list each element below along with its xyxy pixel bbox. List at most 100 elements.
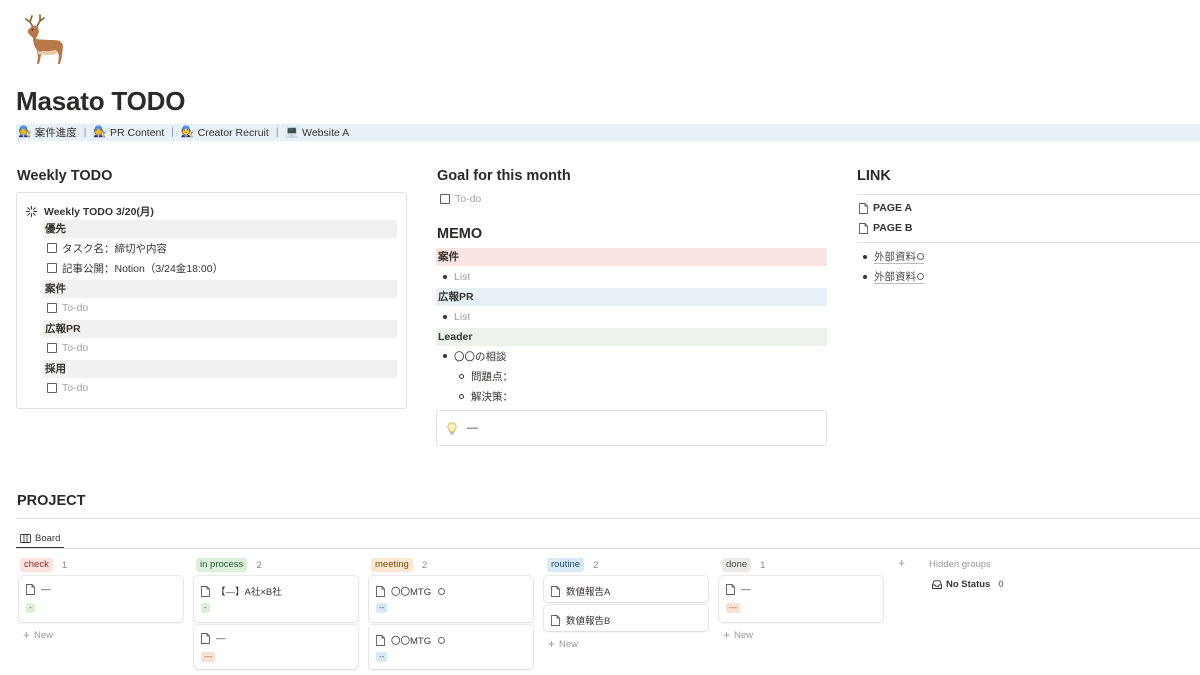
external-link-item[interactable]: 外部資料 xyxy=(863,269,924,285)
new-card-label: New xyxy=(34,629,54,641)
divider xyxy=(16,548,1200,549)
bullet-icon xyxy=(443,275,447,279)
todo-item[interactable]: 記事公開：Notion（3/24金18:00） xyxy=(47,260,223,276)
category-recruit: 採用 xyxy=(43,360,397,378)
nav-link-label: Creator Recruit xyxy=(197,126,269,139)
board-card[interactable]: 数値報告A xyxy=(544,576,708,602)
board-column-header-routine[interactable]: routine 2 xyxy=(547,558,598,572)
worker-emoji-icon: 🧑‍🔧 xyxy=(180,126,195,138)
list-item[interactable]: 〇〇の相談 xyxy=(443,348,507,364)
goal-title: Goal for this month xyxy=(437,168,571,184)
board-card[interactable]: — --- xyxy=(719,576,883,622)
sub-list-item-label: 解決策： xyxy=(471,390,513,403)
board-card[interactable]: — - xyxy=(19,576,183,622)
tab-board[interactable]: Board xyxy=(16,528,64,548)
todo-item[interactable]: To-do xyxy=(47,340,88,356)
nav-link-pr-content[interactable]: 🧑‍🔧 PR Content xyxy=(93,127,164,139)
page-link-a[interactable]: PAGE A xyxy=(859,200,912,216)
plus-icon: + xyxy=(548,637,556,651)
list-item[interactable]: List xyxy=(443,309,470,325)
no-status-group[interactable]: No Status 0 xyxy=(932,579,1004,590)
board-column-header-check[interactable]: check 1 xyxy=(20,558,67,572)
worker-emoji-icon: 🧑‍🔧 xyxy=(93,126,108,138)
bullet-icon xyxy=(443,315,447,319)
link-info-icon xyxy=(917,252,924,260)
column-count: 2 xyxy=(256,559,262,571)
callout-block[interactable]: — xyxy=(436,410,827,446)
board-card[interactable]: 〇〇MTG -- xyxy=(369,576,533,622)
todo-placeholder: To-do xyxy=(62,302,89,314)
todo-placeholder: To-do xyxy=(62,342,89,354)
external-link[interactable]: 外部資料 xyxy=(874,271,924,284)
list-placeholder: List xyxy=(454,271,471,283)
card-title-row: — xyxy=(26,584,51,595)
card-title-row: — xyxy=(201,633,226,644)
status-tag: done xyxy=(722,558,752,572)
nav-link-website-a[interactable]: 💻 Website A xyxy=(285,127,349,139)
card-tag: --- xyxy=(726,603,740,613)
todo-item[interactable]: To-do xyxy=(47,300,88,316)
page-link-label: PAGE A xyxy=(873,202,913,214)
column-count: 2 xyxy=(421,559,428,571)
checkbox[interactable] xyxy=(47,263,57,273)
todo-item[interactable]: To-do xyxy=(47,380,88,396)
board-card[interactable]: 【—】A社×B社 - xyxy=(194,576,358,622)
page-icon xyxy=(859,202,868,214)
board-column-header-meeting[interactable]: meeting 2 xyxy=(371,558,427,572)
page-link-b[interactable]: PAGE B xyxy=(859,220,912,236)
list-item[interactable]: List xyxy=(443,269,470,285)
sub-bullet-icon xyxy=(459,393,464,399)
board-card[interactable]: 数値報告B xyxy=(544,605,708,631)
checkbox[interactable] xyxy=(47,303,57,313)
todo-item[interactable]: タスク名：締切や内容 xyxy=(47,240,167,256)
plus-icon: + xyxy=(723,628,731,642)
board-card[interactable]: 〇〇MTG -- xyxy=(369,625,533,669)
status-tag: in process xyxy=(196,558,248,572)
divider xyxy=(857,194,1200,195)
card-title-row: 数値報告A xyxy=(551,584,610,598)
page-icon xyxy=(376,585,385,597)
card-title-row: — xyxy=(726,584,751,595)
board-card[interactable]: — --- xyxy=(194,625,358,669)
page-title: Masato TODO xyxy=(16,86,186,116)
sub-list-item[interactable]: 解決策： xyxy=(459,388,513,404)
add-group-button[interactable]: + xyxy=(898,557,905,569)
sub-bullet-icon xyxy=(459,373,464,379)
card-title: 数値報告A xyxy=(566,587,611,598)
board-column-header-done[interactable]: done 1 xyxy=(722,558,765,572)
page-icon xyxy=(26,584,35,595)
worker-emoji-icon: 🧑‍🔧 xyxy=(18,126,32,138)
external-link-item[interactable]: 外部資料 xyxy=(863,249,924,265)
status-tag: check xyxy=(20,558,53,572)
bullet-icon xyxy=(863,255,867,259)
board-column-header-in-process[interactable]: in process 2 xyxy=(196,558,262,572)
memo-section-leader: Leader xyxy=(436,328,827,346)
card-tag: --- xyxy=(201,652,215,662)
link-info-icon xyxy=(438,587,446,595)
new-card-button[interactable]: + New xyxy=(548,638,578,650)
callout-text: — xyxy=(467,422,478,434)
status-tag: meeting xyxy=(371,558,413,572)
page-icon xyxy=(376,634,385,646)
sub-list-item[interactable]: 問題点： xyxy=(459,368,513,384)
link-info-icon xyxy=(917,272,924,280)
page-icon xyxy=(726,584,735,595)
checkbox[interactable] xyxy=(47,383,57,393)
sub-list-item-label: 問題点： xyxy=(471,370,513,383)
column-count: 1 xyxy=(61,559,68,571)
card-title-row: 〇〇MTG xyxy=(376,584,446,598)
page-icon xyxy=(551,585,560,597)
nav-link-creator-recruit[interactable]: 🧑‍🔧 Creator Recruit xyxy=(181,127,269,139)
checkbox[interactable] xyxy=(440,194,450,204)
lightbulb-icon xyxy=(447,421,457,435)
link-title: LINK xyxy=(857,168,891,184)
weekly-todo-header[interactable]: Weekly TODO 3/20(月) xyxy=(26,204,154,219)
hidden-groups-label: Hidden groups xyxy=(929,559,991,570)
nav-link-project-progress[interactable]: 🧑‍🔧 案件進度 xyxy=(18,125,77,140)
checkbox[interactable] xyxy=(47,343,57,353)
external-link[interactable]: 外部資料 xyxy=(874,251,924,264)
new-card-button[interactable]: + New xyxy=(723,629,753,641)
goal-todo-item[interactable]: To-do xyxy=(440,191,481,207)
checkbox[interactable] xyxy=(47,243,57,253)
new-card-button[interactable]: + New xyxy=(23,629,53,641)
